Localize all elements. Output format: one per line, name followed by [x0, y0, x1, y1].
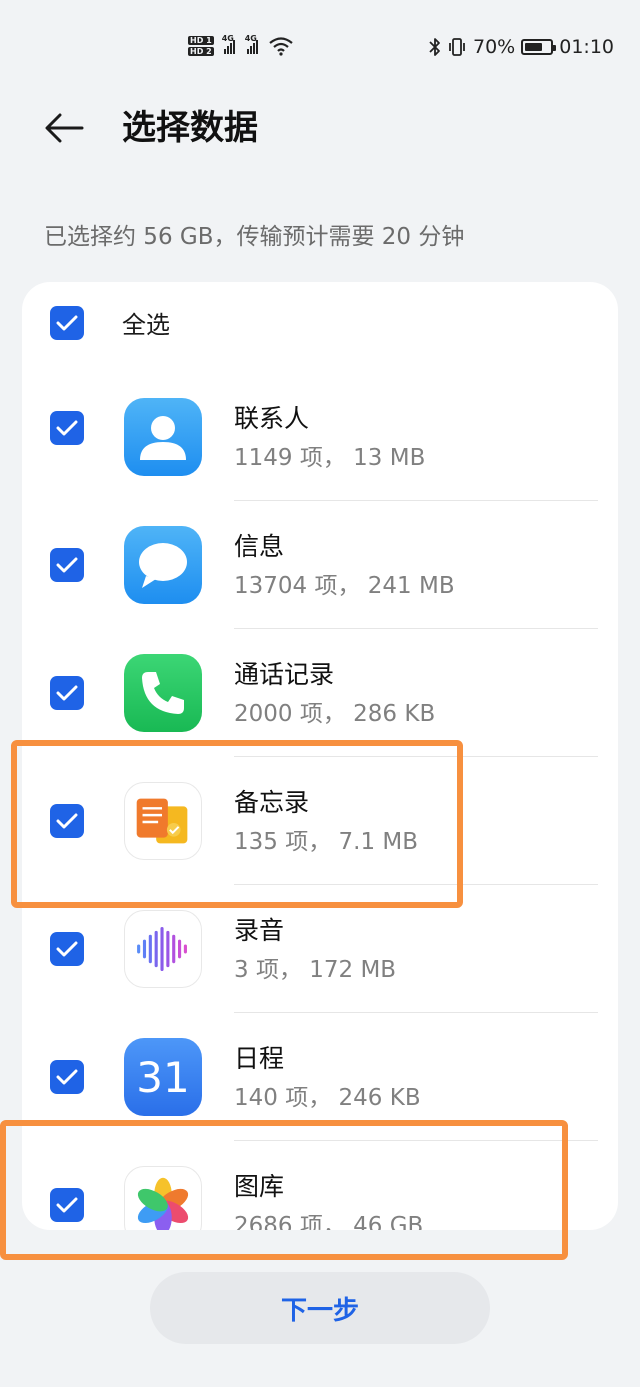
item-meta: 135 项， 7.1 MB	[234, 829, 419, 855]
divider	[234, 756, 598, 757]
gallery-icon	[124, 1166, 202, 1230]
item-name: 录音	[234, 916, 285, 945]
divider	[234, 1012, 598, 1013]
arrow-left-icon	[45, 113, 84, 143]
check-icon	[56, 813, 78, 829]
item-name: 日程	[234, 1044, 285, 1073]
check-icon	[56, 941, 78, 957]
item-checkbox[interactable]	[50, 1188, 84, 1222]
item-meta: 140 项， 246 KB	[234, 1085, 421, 1111]
check-icon	[56, 420, 78, 436]
item-name: 信息	[234, 532, 285, 561]
sim-indicators: HD 1 HD 2	[188, 36, 214, 56]
data-list-card: 全选 联系人 1149 项， 13 MB 信息 13704 项， 241 MB …	[22, 282, 618, 1230]
check-icon	[56, 557, 78, 573]
back-button[interactable]	[40, 104, 88, 152]
calendar-icon-date: 31	[136, 1052, 190, 1102]
battery-level	[525, 43, 543, 51]
signal-icon: 4G	[222, 34, 235, 54]
item-meta: 3 项， 172 MB	[234, 957, 397, 983]
item-name: 通话记录	[234, 660, 335, 689]
divider	[234, 884, 598, 885]
item-meta: 13704 项， 241 MB	[234, 573, 455, 599]
item-checkbox[interactable]	[50, 932, 84, 966]
check-icon	[56, 685, 78, 701]
calendar-icon: 31	[124, 1038, 202, 1116]
item-meta: 1149 项， 13 MB	[234, 445, 426, 471]
contacts-icon	[124, 398, 202, 476]
divider	[234, 1140, 598, 1141]
item-name: 备忘录	[234, 788, 310, 817]
page-title: 选择数据	[122, 108, 258, 148]
item-name: 联系人	[234, 404, 310, 433]
check-icon	[56, 1069, 78, 1085]
item-checkbox[interactable]	[50, 804, 84, 838]
selection-summary: 已选择约 56 GB，传输预计需要 20 分钟	[44, 224, 465, 250]
status-right: 70% 01:10	[429, 36, 614, 58]
item-name: 图库	[234, 1172, 285, 1201]
vibrate-icon	[449, 38, 465, 56]
next-button[interactable]: 下一步	[150, 1272, 490, 1344]
status-bar: HD 1 HD 2 4G 4G 70% 01:10	[0, 0, 640, 90]
item-meta: 2000 项， 286 KB	[234, 701, 436, 727]
sim2-badge: HD 2	[188, 47, 214, 56]
clock: 01:10	[559, 36, 614, 58]
divider	[234, 500, 598, 501]
battery-icon	[521, 39, 557, 55]
status-left: HD 1 HD 2 4G 4G	[188, 30, 294, 62]
wifi-icon	[268, 37, 293, 56]
item-checkbox[interactable]	[50, 548, 84, 582]
phone-icon	[124, 654, 202, 732]
item-meta: 2686 项， 46 GB	[234, 1213, 424, 1230]
sim1-badge: HD 1	[188, 36, 214, 45]
recorder-icon	[124, 910, 202, 988]
divider	[234, 628, 598, 629]
messages-icon	[124, 526, 202, 604]
network-type-1: 4G	[221, 34, 234, 43]
item-checkbox[interactable]	[50, 676, 84, 710]
signal-icon-2: 4G	[245, 34, 258, 54]
check-icon	[56, 1197, 78, 1213]
notes-icon	[124, 782, 202, 860]
battery-percent: 70%	[473, 36, 516, 58]
bluetooth-icon	[429, 38, 440, 56]
item-checkbox[interactable]	[50, 411, 84, 445]
list-item-contacts[interactable]	[22, 282, 618, 445]
item-checkbox[interactable]	[50, 1060, 84, 1094]
network-type-2: 4G	[244, 34, 257, 43]
